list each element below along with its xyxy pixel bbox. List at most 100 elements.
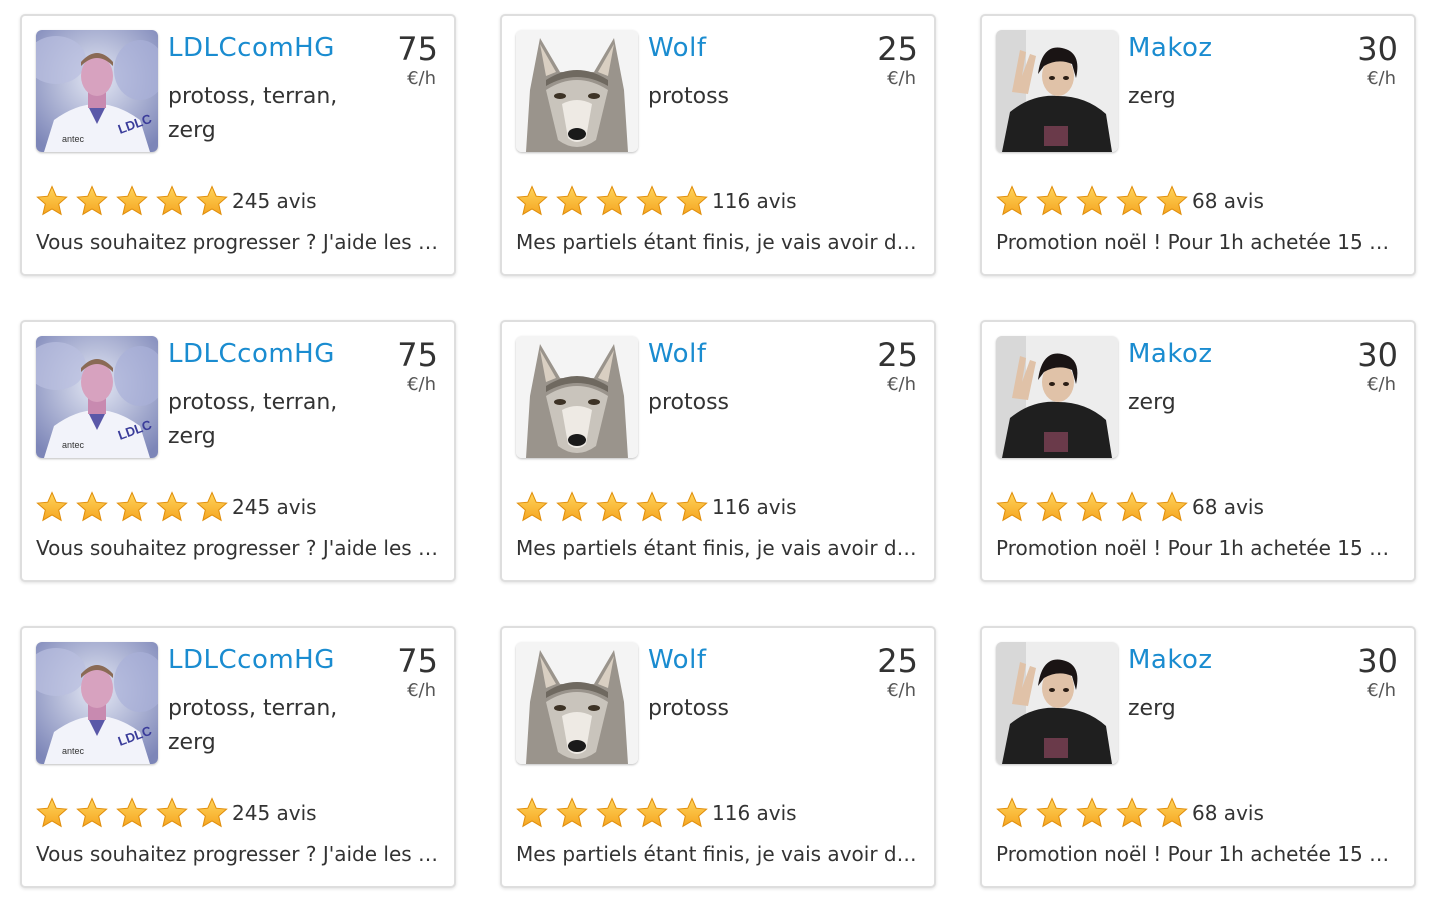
review-count[interactable]: 245 avis	[232, 495, 317, 519]
star-icon	[996, 797, 1028, 828]
price-value: 25	[877, 642, 918, 680]
coach-description: Vous souhaitez progresser ? J'aide les j…	[36, 230, 442, 254]
price: 30 €/h	[1318, 642, 1398, 702]
star-icon	[676, 491, 708, 522]
star-icon	[996, 491, 1028, 522]
player-photo-makoz-icon[interactable]	[996, 336, 1118, 458]
star-icon	[156, 491, 188, 522]
star-icon	[1156, 491, 1188, 522]
review-count[interactable]: 68 avis	[1192, 495, 1264, 519]
star-icon	[76, 491, 108, 522]
price: 30 €/h	[1318, 336, 1398, 396]
star-icon	[1036, 491, 1068, 522]
price-unit: €/h	[407, 680, 436, 701]
stars	[516, 491, 716, 523]
coach-races: zerg	[1128, 696, 1176, 721]
star-icon	[1076, 491, 1108, 522]
coach-card-ldlccomhg[interactable]: LDLC antec LDLCcomHG protoss, terran, zer…	[20, 14, 456, 276]
review-count[interactable]: 116 avis	[712, 495, 797, 519]
price-unit: €/h	[887, 680, 916, 701]
star-rating: 68 avis	[996, 184, 1264, 218]
coach-name[interactable]: Makoz	[1128, 30, 1213, 66]
price-unit: €/h	[1367, 374, 1396, 395]
coach-races: protoss, terran, zerg	[168, 84, 338, 143]
price: 75 €/h	[358, 336, 438, 396]
wolf-photo-icon[interactable]	[516, 30, 638, 152]
star-icon	[76, 797, 108, 828]
price: 25 €/h	[838, 642, 918, 702]
star-icon	[596, 185, 628, 216]
coach-card-ldlccomhg[interactable]: LDLC antec LDLCcomHG protoss, terran, zer…	[20, 320, 456, 582]
coach-card-makoz[interactable]: Makoz zerg 30 €/h 68 avis Promotion noël…	[980, 320, 1416, 582]
coach-name[interactable]: Wolf	[648, 30, 706, 66]
stars	[36, 491, 236, 523]
star-icon	[1116, 797, 1148, 828]
coach-name[interactable]: LDLCcomHG	[168, 30, 335, 66]
star-icon	[116, 491, 148, 522]
price: 75 €/h	[358, 642, 438, 702]
coach-races: protoss, terran, zerg	[168, 696, 338, 755]
coach-name[interactable]: Makoz	[1128, 642, 1213, 678]
coach-card-wolf[interactable]: Wolf protoss 25 €/h 116 avis Mes partiel…	[500, 320, 936, 582]
player-photo-makoz-icon[interactable]	[996, 30, 1118, 152]
price: 25 €/h	[838, 30, 918, 90]
star-icon	[1156, 185, 1188, 216]
coach-description: Vous souhaitez progresser ? J'aide les j…	[36, 536, 442, 560]
stars	[36, 797, 236, 829]
coach-name[interactable]: Makoz	[1128, 336, 1213, 372]
star-rating: 245 avis	[36, 490, 317, 524]
star-icon	[1076, 797, 1108, 828]
price: 30 €/h	[1318, 30, 1398, 90]
review-count[interactable]: 245 avis	[232, 189, 317, 213]
star-icon	[196, 797, 228, 828]
star-icon	[996, 185, 1028, 216]
wolf-photo-icon[interactable]	[516, 336, 638, 458]
star-icon	[516, 185, 548, 216]
stars	[996, 491, 1196, 523]
coach-card-wolf[interactable]: Wolf protoss 25 €/h 116 avis Mes partiel…	[500, 14, 936, 276]
price-value: 75	[397, 336, 438, 374]
coach-description: Promotion noël ! Pour 1h achetée 15 minu…	[996, 842, 1402, 866]
stars	[516, 797, 716, 829]
wolf-photo-icon[interactable]	[516, 642, 638, 764]
svg-text:antec: antec	[62, 746, 85, 756]
review-count[interactable]: 245 avis	[232, 801, 317, 825]
star-rating: 116 avis	[516, 184, 797, 218]
coach-name[interactable]: Wolf	[648, 336, 706, 372]
player-photo-makoz-icon[interactable]	[996, 642, 1118, 764]
coach-description: Promotion noël ! Pour 1h achetée 15 minu…	[996, 536, 1402, 560]
coach-name[interactable]: LDLCcomHG	[168, 642, 335, 678]
star-icon	[36, 797, 68, 828]
star-icon	[676, 797, 708, 828]
player-photo-ldlc-icon[interactable]: LDLC antec	[36, 642, 158, 764]
price-unit: €/h	[1367, 680, 1396, 701]
star-icon	[1036, 185, 1068, 216]
price-unit: €/h	[1367, 68, 1396, 89]
coach-card-wolf[interactable]: Wolf protoss 25 €/h 116 avis Mes partiel…	[500, 626, 936, 888]
coach-name[interactable]: Wolf	[648, 642, 706, 678]
price-value: 30	[1357, 336, 1398, 374]
price: 75 €/h	[358, 30, 438, 90]
player-photo-ldlc-icon[interactable]: LDLC antec	[36, 30, 158, 152]
coach-name[interactable]: LDLCcomHG	[168, 336, 335, 372]
coach-races: protoss	[648, 84, 729, 109]
coach-description: Mes partiels étant finis, je vais avoir …	[516, 536, 922, 560]
coach-card-makoz[interactable]: Makoz zerg 30 €/h 68 avis Promotion noël…	[980, 14, 1416, 276]
review-count[interactable]: 116 avis	[712, 189, 797, 213]
star-icon	[76, 185, 108, 216]
review-count[interactable]: 68 avis	[1192, 801, 1264, 825]
player-photo-ldlc-icon[interactable]: LDLC antec	[36, 336, 158, 458]
review-count[interactable]: 68 avis	[1192, 189, 1264, 213]
review-count[interactable]: 116 avis	[712, 801, 797, 825]
star-icon	[596, 491, 628, 522]
coach-card-makoz[interactable]: Makoz zerg 30 €/h 68 avis Promotion noël…	[980, 626, 1416, 888]
price-value: 75	[397, 642, 438, 680]
stars	[996, 185, 1196, 217]
star-rating: 245 avis	[36, 184, 317, 218]
star-icon	[156, 185, 188, 216]
coach-description: Mes partiels étant finis, je vais avoir …	[516, 230, 922, 254]
price-unit: €/h	[407, 374, 436, 395]
coach-card-ldlccomhg[interactable]: LDLC antec LDLCcomHG protoss, terran, zer…	[20, 626, 456, 888]
star-icon	[596, 797, 628, 828]
svg-text:antec: antec	[62, 440, 85, 450]
